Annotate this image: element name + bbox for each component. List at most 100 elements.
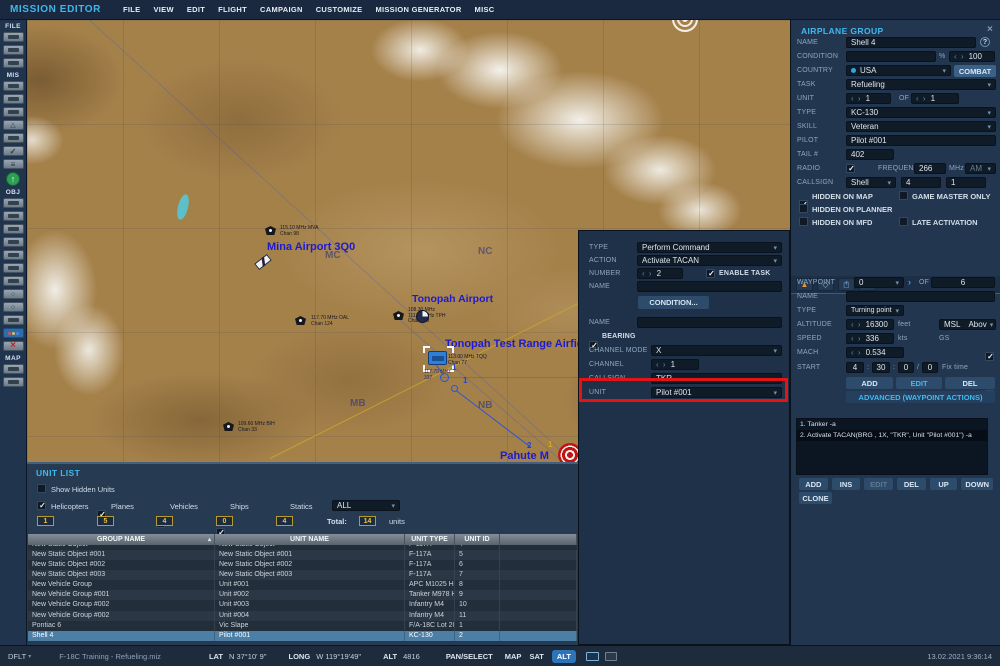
radio-checkbox[interactable] [846, 164, 856, 173]
ship-group-icon[interactable] [2, 224, 24, 234]
advanced-waypoint-actions-button[interactable]: ADVANCED (WAYPOINT ACTIONS) [846, 391, 995, 403]
start-minutes-input[interactable]: 30 [872, 362, 890, 373]
show-hidden-units-checkbox[interactable] [37, 484, 46, 493]
waypoint-index-dropdown[interactable]: 0 [854, 277, 904, 288]
tail-number-input[interactable]: 402 [846, 149, 894, 160]
save-mission-icon[interactable] [2, 58, 24, 68]
late-activation-checkbox[interactable] [899, 217, 908, 226]
mach-stepper[interactable]: 0.534 [846, 347, 904, 358]
start-days-input[interactable]: 0 [922, 362, 938, 373]
channel-stepper[interactable]: 1 [651, 359, 699, 370]
waypoint-add-button[interactable]: ADD [846, 377, 893, 389]
start-seconds-input[interactable]: 0 [898, 362, 914, 373]
triggers-icon[interactable] [2, 120, 24, 130]
airplane-group-icon[interactable] [2, 198, 24, 208]
coalition-filter-dropdown[interactable]: ALL [332, 500, 400, 511]
new-mission-icon[interactable] [2, 32, 24, 42]
table-row[interactable]: New Vehicle Group #001 Unit #002 Tanker M9… [28, 590, 577, 601]
task-action-dropdown[interactable]: Activate TACAN [637, 255, 782, 266]
country-dropdown[interactable]: USA [846, 65, 951, 76]
table-row[interactable]: New Vehicle Group #002 Unit #004 Infantry … [28, 610, 577, 621]
hidden-on-planner-checkbox[interactable] [799, 204, 808, 213]
table-row-selected[interactable]: Shell 4 Pilot #001 KC-130 2 [28, 630, 577, 641]
menu-flight[interactable]: FLIGHT [218, 5, 247, 14]
failures-icon[interactable] [2, 107, 24, 117]
speed-stepper[interactable]: 336 [846, 333, 894, 344]
tanker-unit-icon[interactable] [428, 351, 447, 365]
game-master-only-checkbox[interactable] [899, 191, 908, 200]
table-row[interactable]: New Static Object #001 New Static Object … [28, 550, 577, 561]
filter-helicopters-checkbox[interactable] [37, 501, 47, 510]
callsign-dropdown[interactable]: Shell [846, 177, 896, 188]
menu-view[interactable]: VIEW [153, 5, 173, 14]
help-button[interactable]: ? [980, 37, 990, 47]
gs-checkbox[interactable] [985, 352, 995, 361]
mina-airport-label[interactable]: Mina Airport 3Q0 [267, 241, 355, 253]
action-item-selected[interactable]: 2. Activate TACAN(BRG , 1X, "TKR", Unit … [797, 430, 987, 441]
alt-view-button[interactable]: ALT [551, 649, 576, 663]
unit-list-icon[interactable] [2, 328, 24, 338]
altitude-mode-dropdown[interactable]: MSL Abov [939, 319, 996, 330]
waypoint-next-icon[interactable]: › [908, 277, 911, 287]
action-down-button[interactable]: DOWN [961, 478, 994, 490]
unit-count-stepper[interactable]: 1 [846, 93, 891, 104]
waypoint-edit-button[interactable]: EDIT [896, 377, 942, 389]
table-row[interactable]: New Vehicle GroupUnit #001APC M1025 HMMW… [28, 580, 577, 591]
tonopah-airport-label[interactable]: Tonopah Airport [412, 293, 493, 305]
modulation-dropdown[interactable]: AM [965, 163, 996, 174]
delete-object-icon[interactable] [2, 341, 24, 351]
skill-dropdown[interactable]: Veteran [846, 121, 996, 132]
hidden-on-mfd-checkbox[interactable] [799, 217, 808, 226]
menu-misc[interactable]: MISC [475, 5, 495, 14]
upload-icon[interactable] [6, 172, 20, 186]
air-defence-icon[interactable] [2, 263, 24, 273]
close-icon[interactable]: × [987, 24, 993, 35]
weather-icon[interactable] [2, 94, 24, 104]
action-add-button[interactable]: ADD [799, 478, 828, 490]
map-view-button[interactable]: MAP [505, 652, 522, 661]
dflt-dropdown[interactable]: DFLT [8, 652, 26, 661]
map-ruler-icon[interactable] [2, 377, 24, 387]
condition-button[interactable]: CONDITION... [638, 296, 709, 309]
screen-icon[interactable] [585, 651, 599, 661]
header-unit-id[interactable]: UNIT ID [455, 534, 500, 545]
sat-view-button[interactable]: SAT [529, 652, 543, 661]
group-name-input[interactable]: Shell 4 [846, 37, 976, 48]
action-del-button[interactable]: DEL [897, 478, 926, 490]
unit-total-stepper[interactable]: 1 [911, 93, 959, 104]
briefing-icon[interactable] [2, 81, 24, 91]
static-object-icon[interactable] [2, 250, 24, 260]
pahute-label[interactable]: Pahute M [500, 450, 549, 462]
task-name-input[interactable] [637, 281, 782, 292]
table-row[interactable]: New Static Object #002 New Static Object … [28, 560, 577, 571]
waypoint-ring[interactable] [451, 385, 458, 392]
waypoint-prev-icon[interactable]: ‹ [845, 277, 848, 287]
ttr-airfield-label[interactable]: Tonopah Test Range Airfield [445, 338, 593, 350]
action-up-button[interactable]: UP [929, 478, 958, 490]
menu-file[interactable]: FILE [123, 5, 140, 14]
action-clone-button[interactable]: CLONE [799, 492, 832, 504]
vehicle-group-icon[interactable] [2, 237, 24, 247]
waypoint-name-input[interactable] [846, 291, 995, 302]
frequency-input[interactable]: 266 [914, 163, 946, 174]
action-edit-button[interactable]: EDIT [864, 478, 894, 490]
action-item[interactable]: 1. Tanker -a [797, 419, 987, 430]
action-ins-button[interactable]: INS [831, 478, 861, 490]
header-unit-name[interactable]: UNIT NAME [215, 534, 405, 545]
channel-mode-dropdown[interactable]: X [651, 345, 782, 356]
map-options-icon[interactable] [2, 364, 24, 374]
menu-edit[interactable]: EDIT [187, 5, 205, 14]
route-tool-icon[interactable] [2, 276, 24, 286]
condition-input[interactable] [846, 51, 936, 62]
combat-button[interactable]: COMBAT [954, 65, 996, 77]
callsign-num2-input[interactable]: 1 [946, 177, 986, 188]
table-row[interactable]: New Vehicle Group #002 Unit #003 Infantry … [28, 600, 577, 611]
menu-mission-generator[interactable]: MISSION GENERATOR [375, 5, 461, 14]
enable-task-checkbox[interactable] [706, 269, 716, 278]
pattern-icon[interactable] [2, 315, 24, 325]
header-unit-type[interactable]: UNIT TYPE [405, 534, 455, 545]
table-row[interactable]: Pontiac 6 Vic Slape F/A-18C Lot 20 1 [28, 620, 577, 631]
validate-icon[interactable] [2, 146, 24, 156]
header-group-name[interactable]: GROUP NAME [28, 534, 215, 545]
table-row[interactable]: New Static Object #003 New Static Object … [28, 570, 577, 581]
